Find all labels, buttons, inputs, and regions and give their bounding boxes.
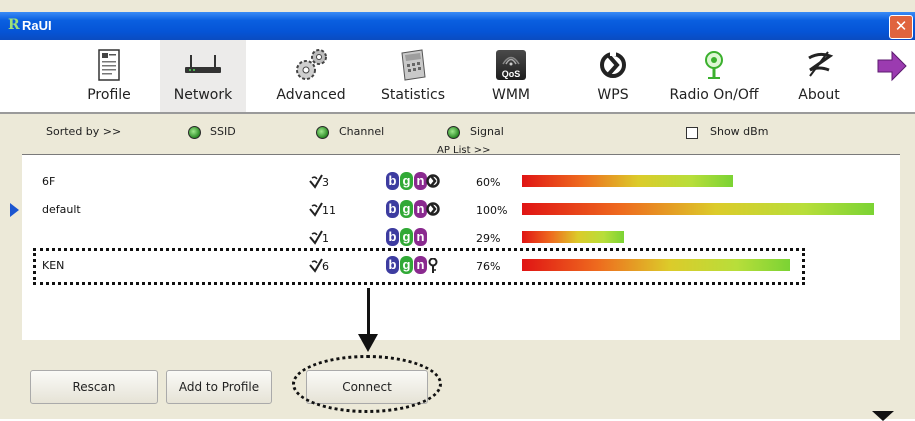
- toolbar-label: Radio On/Off: [669, 87, 759, 103]
- gears-icon: [268, 46, 354, 84]
- toolbar-item-radio[interactable]: Radio On/Off: [664, 40, 764, 112]
- ap-list-row[interactable]: 6F 3 b g n 60%: [22, 171, 900, 193]
- sort-channel-radio[interactable]: [316, 126, 329, 139]
- network-router-icon: [160, 46, 246, 84]
- signal-bar: [522, 203, 874, 215]
- ap-channel: 3: [322, 176, 329, 189]
- toolbar-label: Advanced: [276, 87, 346, 103]
- raui-window: R RaUI ✕ Profile Network Advanced Statis…: [0, 0, 915, 421]
- pointer-arrowhead-icon: [358, 334, 378, 352]
- ap-signal: 60%: [476, 176, 501, 189]
- qos-label: QoS: [501, 69, 521, 79]
- ap-ssid: 6F: [42, 175, 56, 188]
- pointer-arrow-icon: [367, 288, 370, 338]
- toolbar-item-advanced[interactable]: Advanced: [268, 40, 354, 112]
- sort-ssid-label: SSID: [210, 125, 236, 138]
- sorted-by-label: Sorted by >>: [46, 125, 122, 138]
- selected-arrow-icon: [10, 203, 19, 217]
- mode-g-icon: g: [400, 200, 413, 218]
- ap-ssid: default: [42, 203, 81, 216]
- toolbar-item-about[interactable]: About: [784, 40, 854, 112]
- signal-bar: [522, 231, 624, 243]
- ap-list: 6F 3 b g n 60% default 11 b g n 100% 1 b…: [10, 154, 900, 340]
- sort-signal-radio[interactable]: [447, 126, 460, 139]
- show-dbm-label: Show dBm: [710, 125, 769, 138]
- window-title: RaUI: [22, 18, 52, 33]
- sort-bar: Sorted by >> SSID Channel Signal Show dB…: [0, 114, 915, 156]
- profile-icon: [66, 46, 152, 84]
- toolbar-label: Statistics: [381, 87, 445, 103]
- toolbar-item-profile[interactable]: Profile: [66, 40, 152, 112]
- toolbar-label: Network: [173, 87, 233, 103]
- signal-bar: [522, 175, 733, 187]
- sort-channel-label: Channel: [339, 125, 385, 138]
- add-to-profile-button[interactable]: Add to Profile: [166, 370, 272, 404]
- mode-n-icon: n: [414, 228, 427, 246]
- mode-g-icon: g: [400, 172, 413, 190]
- highlight-box: [33, 248, 805, 285]
- calculator-icon: [370, 46, 456, 84]
- title-bar: R RaUI ✕: [0, 12, 915, 40]
- ap-signal: 29%: [476, 232, 501, 245]
- toolbar: Profile Network Advanced Statistics QoS …: [0, 40, 915, 114]
- ap-signal: 100%: [476, 204, 508, 217]
- mode-b-icon: b: [386, 200, 399, 218]
- sort-ssid-radio[interactable]: [188, 126, 201, 139]
- ap-list-row[interactable]: 1 b g n 29%: [22, 227, 900, 249]
- wps-icon: [570, 46, 656, 84]
- ap-list-row[interactable]: default 11 b g n 100%: [10, 199, 900, 221]
- show-dbm-checkbox[interactable]: [686, 127, 698, 139]
- radio-icon: [664, 46, 764, 84]
- mode-g-icon: g: [400, 228, 413, 246]
- mode-b-icon: b: [386, 228, 399, 246]
- rescan-button[interactable]: Rescan: [30, 370, 158, 404]
- sort-signal-label: Signal: [470, 125, 504, 138]
- toolbar-label: About: [798, 87, 840, 103]
- wps-icon: [426, 174, 440, 188]
- toolbar-label: WPS: [597, 87, 629, 103]
- about-icon: [784, 46, 854, 84]
- wps-icon: [426, 202, 440, 216]
- ap-channel: 11: [322, 204, 336, 217]
- chevron-down-icon[interactable]: [872, 411, 894, 421]
- toolbar-item-wps[interactable]: WPS: [570, 40, 656, 112]
- qos-icon: QoS: [468, 46, 554, 84]
- ap-channel: 1: [322, 232, 329, 245]
- toolbar-item-statistics[interactable]: Statistics: [370, 40, 456, 112]
- toolbar-item-network[interactable]: Network: [160, 40, 246, 112]
- toolbar-label: WMM: [491, 87, 530, 103]
- toolbar-item-wmm[interactable]: QoS WMM: [468, 40, 554, 112]
- close-button[interactable]: ✕: [889, 15, 913, 39]
- app-logo-icon: R: [8, 17, 20, 33]
- connect-button[interactable]: Connect: [306, 370, 428, 404]
- arrow-right-icon[interactable]: [876, 50, 915, 90]
- toolbar-label: Profile: [87, 87, 131, 103]
- mode-b-icon: b: [386, 172, 399, 190]
